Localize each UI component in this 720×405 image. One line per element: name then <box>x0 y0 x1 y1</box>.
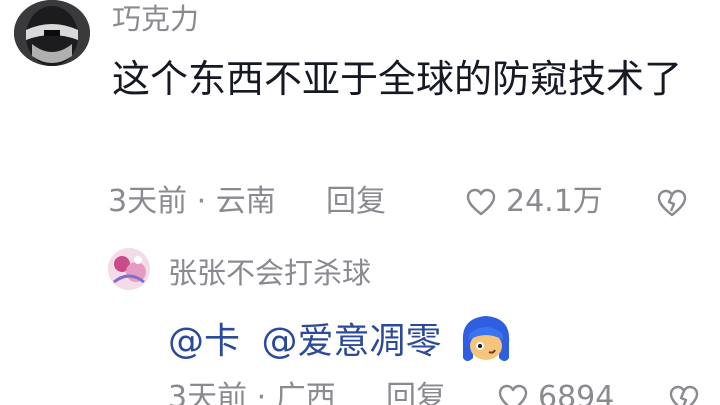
reply-button[interactable]: 回复 <box>326 182 386 222</box>
avatar-reply-comment[interactable] <box>108 248 150 290</box>
reply-meta-row: 3天前 · 广西 回复 6894 <box>168 378 708 405</box>
reply-text: @卡 @爱意凋零 <box>168 316 513 370</box>
dislike-button[interactable] <box>656 188 688 228</box>
heart-outline-icon <box>466 188 496 216</box>
avatar-main-comment[interactable] <box>14 0 90 66</box>
dislike-button[interactable] <box>668 384 700 405</box>
reply-button[interactable]: 回复 <box>386 378 446 405</box>
broken-heart-icon <box>657 189 687 217</box>
blue-hair-emoji-sticker-icon <box>459 312 513 366</box>
reply-time-location: 3天前 · 广西 <box>168 380 336 405</box>
avatar-image <box>108 248 150 290</box>
mention-link[interactable]: @卡 <box>168 321 240 362</box>
mention-link[interactable]: @爱意凋零 <box>261 321 441 362</box>
avatar-image <box>14 0 90 66</box>
like-count: 24.1万 <box>506 184 603 219</box>
comment-text: 这个东西不亚于全球的防窥技术了 <box>112 57 683 101</box>
comment-meta-row: 3天前 · 云南 回复 24.1万 <box>108 182 708 222</box>
comment-time-location: 3天前 · 云南 <box>108 184 276 219</box>
broken-heart-icon <box>669 385 699 405</box>
comment-username[interactable]: 巧克力 <box>112 2 199 36</box>
like-count: 6894 <box>538 380 615 405</box>
heart-outline-icon <box>498 384 528 405</box>
reply-username[interactable]: 张张不会打杀球 <box>168 255 371 291</box>
